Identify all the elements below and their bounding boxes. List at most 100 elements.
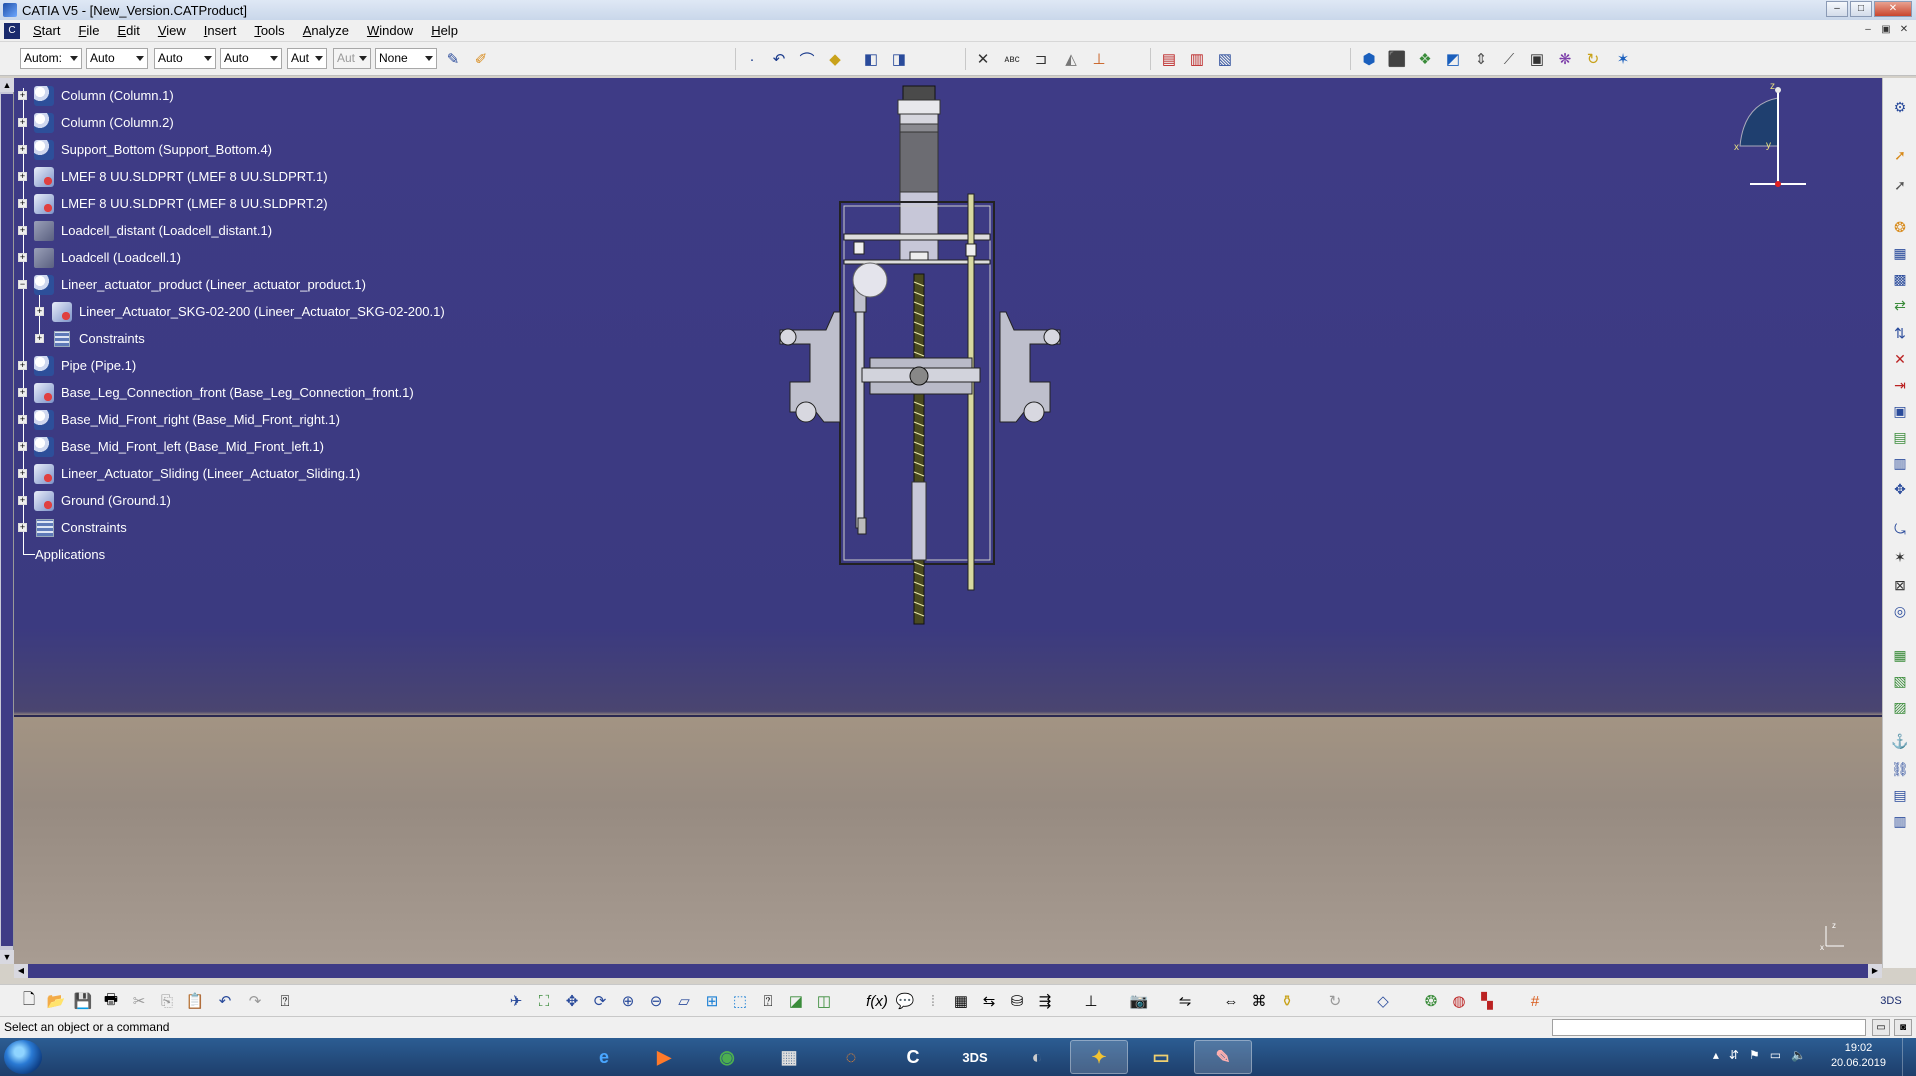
graphic-properties-combo-7[interactable]: None bbox=[375, 48, 437, 69]
expand-icon[interactable]: + bbox=[18, 118, 27, 127]
minimize-button[interactable]: – bbox=[1826, 1, 1848, 17]
expand-icon[interactable]: + bbox=[18, 226, 27, 235]
grid-icon[interactable]: # bbox=[1524, 990, 1546, 1012]
weld-icon[interactable]: ⊥ bbox=[1088, 48, 1110, 70]
scroll-down-icon[interactable]: ▼ bbox=[0, 950, 14, 964]
flag-icon[interactable]: ⚑ bbox=[1749, 1048, 1760, 1062]
undo-icon[interactable]: ↶ bbox=[214, 990, 236, 1012]
catalog-browser-icon[interactable]: ▚ bbox=[1476, 990, 1498, 1012]
explode-icon[interactable]: ✶ bbox=[1612, 48, 1634, 70]
zoom-out-icon[interactable]: ⊖ bbox=[645, 990, 667, 1012]
tree-item[interactable]: + Ground (Ground.1) bbox=[14, 487, 654, 514]
power-input-field[interactable] bbox=[1552, 1019, 1866, 1036]
calculator-icon[interactable]: ▦ bbox=[760, 1040, 818, 1074]
whats-this-icon[interactable]: ⍰ bbox=[274, 990, 296, 1012]
catalog-icon[interactable]: ▣ bbox=[1526, 48, 1548, 70]
tree-item[interactable]: + Constraints bbox=[14, 514, 654, 541]
menu-window[interactable]: Window bbox=[358, 23, 422, 38]
expand-icon[interactable]: + bbox=[18, 388, 27, 397]
scroll-left-icon[interactable]: ◀ bbox=[14, 964, 28, 978]
offset-constraint-icon[interactable]: ▧ bbox=[1889, 670, 1911, 692]
doc-minimize-button[interactable]: – bbox=[1860, 23, 1876, 38]
tree-item[interactable]: + Loadcell_distant (Loadcell_distant.1) bbox=[14, 217, 654, 244]
new-product-icon[interactable]: ▦ bbox=[1889, 242, 1911, 264]
sectioning-icon[interactable]: ◩ bbox=[1442, 48, 1464, 70]
tree-item-expanded[interactable]: − Lineer_actuator_product (Lineer_actuat… bbox=[14, 271, 654, 298]
assembly-design-icon[interactable]: ⚙ bbox=[1889, 96, 1911, 118]
fix-component-icon[interactable]: ⚓ bbox=[1889, 730, 1911, 752]
render-icon[interactable]: ❂ bbox=[1420, 990, 1442, 1012]
menu-help[interactable]: Help bbox=[422, 23, 467, 38]
fly-mode-icon[interactable]: ✈ bbox=[505, 990, 527, 1012]
menu-edit[interactable]: Edit bbox=[108, 23, 148, 38]
fix-together-icon[interactable]: ⛓ bbox=[1889, 758, 1911, 780]
status-settings-button[interactable]: ◙ bbox=[1894, 1019, 1912, 1036]
expand-icon[interactable]: + bbox=[18, 253, 27, 262]
material-icon[interactable]: ◇ bbox=[1372, 990, 1394, 1012]
plane-icon[interactable]: ◆ bbox=[824, 48, 846, 70]
menu-analyze[interactable]: Analyze bbox=[294, 23, 358, 38]
parameter-icon[interactable]: ⛁ bbox=[1006, 990, 1028, 1012]
scene-icon[interactable]: ◍ bbox=[1448, 990, 1470, 1012]
expand-icon[interactable]: + bbox=[18, 91, 27, 100]
catia-taskbar-icon[interactable]: ✦ bbox=[1070, 1040, 1128, 1074]
tree-item[interactable]: + Pipe (Pipe.1) bbox=[14, 352, 654, 379]
maximize-button[interactable]: □ bbox=[1850, 1, 1872, 17]
ccleaner-icon[interactable]: C bbox=[884, 1040, 942, 1074]
expand-icon[interactable]: + bbox=[18, 145, 27, 154]
quick-constraint-icon[interactable]: ▤ bbox=[1889, 784, 1911, 806]
flag-note-icon[interactable]: ⊐ bbox=[1030, 48, 1052, 70]
tree-item[interactable]: + LMEF 8 UU.SLDPRT (LMEF 8 UU.SLDPRT.2) bbox=[14, 190, 654, 217]
scroll-up-icon[interactable]: ▲ bbox=[0, 78, 14, 92]
flexible-sub-assembly-icon[interactable]: ▥ bbox=[1889, 810, 1911, 832]
knowledge-icon[interactable]: ❋ bbox=[1554, 48, 1576, 70]
expand-icon[interactable]: + bbox=[18, 523, 27, 532]
compass-widget[interactable]: x y z bbox=[1710, 80, 1820, 190]
expand-icon[interactable]: + bbox=[18, 199, 27, 208]
publication-icon[interactable]: ⇋ bbox=[1174, 990, 1196, 1012]
tree-item[interactable]: Applications bbox=[14, 541, 654, 568]
bill-of-material-icon[interactable]: ▧ bbox=[1214, 48, 1236, 70]
tree-item[interactable]: + Base_Leg_Connection_front (Base_Leg_Co… bbox=[14, 379, 654, 406]
catia-menu-icon[interactable]: C bbox=[4, 22, 20, 39]
scroll-thumb[interactable] bbox=[1, 94, 13, 946]
expand-icon[interactable]: + bbox=[18, 496, 27, 505]
contact-constraint-icon[interactable]: ▦ bbox=[1889, 644, 1911, 666]
tree-item[interactable]: + Column (Column.2) bbox=[14, 109, 654, 136]
rotate-icon[interactable]: ⟳ bbox=[589, 990, 611, 1012]
new-document-icon[interactable]: 🗋 bbox=[18, 990, 40, 1012]
view-capture-icon[interactable]: ◨ bbox=[888, 48, 910, 70]
network-icon[interactable]: ⇵ bbox=[1729, 1048, 1739, 1062]
replace-component-icon[interactable]: ⇄ bbox=[1889, 294, 1911, 316]
select-trap-icon[interactable]: ➚ bbox=[1889, 174, 1911, 196]
manipulation-icon[interactable]: ✥ bbox=[1889, 478, 1911, 500]
cut-icon[interactable]: ✂ bbox=[128, 990, 150, 1012]
dimension-icon[interactable]: ✕ bbox=[972, 48, 994, 70]
pan-icon[interactable]: ✥ bbox=[561, 990, 583, 1012]
paste-icon[interactable]: 📋 bbox=[184, 990, 206, 1012]
manage-representations-icon[interactable]: ▣ bbox=[1889, 400, 1911, 422]
menu-view[interactable]: View bbox=[149, 23, 195, 38]
paint-icon[interactable]: ✎ bbox=[1194, 1040, 1252, 1074]
normal-view-icon[interactable]: ⏥ bbox=[673, 990, 695, 1012]
measure-between-icon[interactable]: ⊥ bbox=[1080, 990, 1102, 1012]
angle-constraint-icon[interactable]: ▨ bbox=[1889, 696, 1911, 718]
expand-icon[interactable]: + bbox=[18, 415, 27, 424]
3ds-launcher-icon[interactable]: 3DS bbox=[946, 1040, 1004, 1074]
expand-icon[interactable]: + bbox=[18, 442, 27, 451]
capture-icon[interactable]: 📷 bbox=[1128, 990, 1150, 1012]
print-icon[interactable]: 🖶 bbox=[100, 990, 122, 1012]
tree-item[interactable]: + Base_Mid_Front_right (Base_Mid_Front_r… bbox=[14, 406, 654, 433]
generate-numbering-icon[interactable]: ▥ bbox=[1186, 48, 1208, 70]
painter-icon[interactable]: ✎ bbox=[442, 48, 464, 70]
graphic-properties-combo-5[interactable]: Aut bbox=[287, 48, 327, 69]
brush-icon[interactable]: ✐ bbox=[470, 48, 492, 70]
expand-icon[interactable]: + bbox=[18, 469, 27, 478]
copy-icon[interactable]: ⎘ bbox=[156, 990, 178, 1012]
doc-close-button[interactable]: ✕ bbox=[1896, 23, 1912, 38]
hide-show-icon[interactable]: ◪ bbox=[785, 990, 807, 1012]
tree-item[interactable]: + LMEF 8 UU.SLDPRT (LMEF 8 UU.SLDPRT.1) bbox=[14, 163, 654, 190]
assembly-constraint-icon[interactable]: ▤ bbox=[1158, 48, 1180, 70]
existing-component-icon[interactable]: ❂ bbox=[1889, 216, 1911, 238]
tree-vertical-scrollbar[interactable]: ▲ ▼ bbox=[0, 78, 14, 964]
